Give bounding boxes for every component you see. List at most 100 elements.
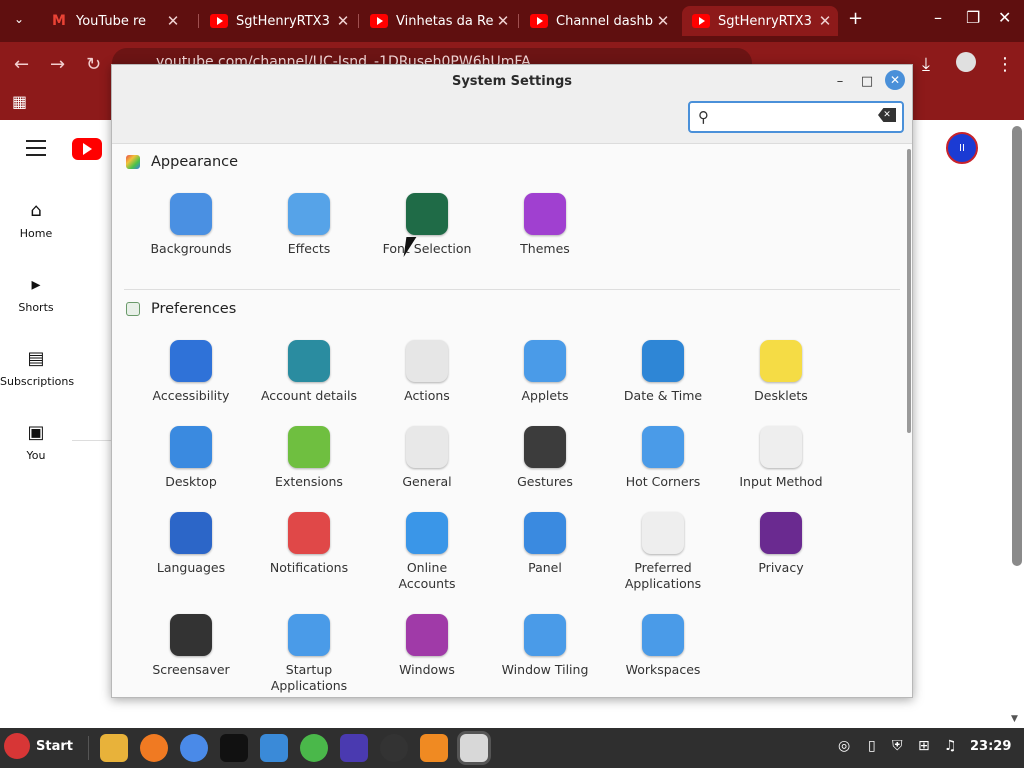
youtube-nav-shorts[interactable]: ▸ Shorts <box>0 274 72 314</box>
youtube-icon <box>210 14 228 28</box>
settings-item-date-time[interactable]: Date & Time <box>604 340 722 404</box>
start-button[interactable]: Start <box>4 733 73 759</box>
reload-icon[interactable]: ↻ <box>86 54 101 75</box>
settings-item-label: Desktop <box>165 474 217 489</box>
settings-item-font-selection[interactable]: Font Selection <box>368 193 486 257</box>
settings-item-workspaces[interactable]: Workspaces <box>604 614 722 678</box>
youtube-nav-subscriptions[interactable]: ▤ Subscriptions <box>0 348 74 388</box>
browser-tab-4[interactable]: Channel dashb ✕ <box>520 6 676 36</box>
settings-item-backgrounds[interactable]: Backgrounds <box>132 193 250 257</box>
settings-item-label: Window Tiling <box>501 662 589 677</box>
themes-icon <box>524 193 566 235</box>
video-player-icon[interactable] <box>420 734 448 762</box>
settings-item-label: Notifications <box>269 560 349 575</box>
settings-item-gestures[interactable]: Gestures <box>486 426 604 490</box>
settings-item-extensions[interactable]: Extensions <box>250 426 368 490</box>
network-app-icon[interactable] <box>300 734 328 762</box>
settings-item-desklets[interactable]: Desklets <box>722 340 840 404</box>
settings-item-effects[interactable]: Effects <box>250 193 368 257</box>
youtube-logo[interactable] <box>72 138 102 160</box>
youtube-menu-icon[interactable] <box>26 140 46 161</box>
settings-item-actions[interactable]: Actions <box>368 340 486 404</box>
settings-item-label: General <box>402 474 452 489</box>
network-tray-icon[interactable]: ⊞ <box>918 738 930 754</box>
close-icon[interactable]: ✕ <box>494 12 512 30</box>
section-divider <box>124 289 900 290</box>
settings-scrollbar[interactable] <box>907 149 911 433</box>
browser-tab-3[interactable]: Vinhetas da Re ✕ <box>360 6 516 36</box>
browser-tab-1[interactable]: M YouTube re ✕ <box>40 6 196 36</box>
settings-item-window-tiling[interactable]: Window Tiling <box>486 614 604 678</box>
browser-menu-icon[interactable]: ⋮ <box>996 54 1014 75</box>
settings-item-online-accounts[interactable]: Online Accounts <box>368 512 486 592</box>
settings-item-label: Themes <box>520 241 570 256</box>
restore-icon[interactable]: ❐ <box>966 8 980 27</box>
languages-icon <box>170 512 212 554</box>
settings-item-windows[interactable]: Windows <box>368 614 486 678</box>
settings-item-hot-corners[interactable]: Hot Corners <box>604 426 722 490</box>
system-settings-taskbar-icon[interactable] <box>460 734 488 762</box>
search-input[interactable] <box>718 107 872 129</box>
terminal-icon[interactable] <box>220 734 248 762</box>
panel-icon <box>524 512 566 554</box>
clear-search-icon[interactable]: ✕ <box>878 108 896 122</box>
settings-item-account-details[interactable]: Account details <box>250 340 368 404</box>
settings-item-general[interactable]: General <box>368 426 486 490</box>
settings-item-notifications[interactable]: Notifications <box>250 512 368 576</box>
scroll-down-icon[interactable]: ▼ <box>1011 714 1018 724</box>
settings-item-label: Preferred Applications <box>624 560 702 591</box>
obs-tray-icon[interactable]: ◎ <box>838 738 850 754</box>
start-menu-icon <box>4 733 30 759</box>
close-icon[interactable]: ✕ <box>998 8 1011 27</box>
settings-item-languages[interactable]: Languages <box>132 512 250 576</box>
clock[interactable]: 23:29 <box>970 739 1011 754</box>
forward-icon[interactable]: → <box>50 54 65 75</box>
close-icon[interactable]: ✕ <box>334 12 352 30</box>
taskbar: Start ◎ ▯ ⛨ ⊞ ♫ 23:29 <box>0 728 1024 768</box>
close-icon[interactable]: ✕ <box>164 12 182 30</box>
clipboard-tray-icon[interactable]: ▯ <box>868 738 876 754</box>
close-icon[interactable]: ✕ <box>885 70 905 90</box>
kdenlive-icon[interactable] <box>260 734 288 762</box>
maximize-icon[interactable]: □ <box>857 71 877 91</box>
apps-grid-icon[interactable]: ▦ <box>12 92 27 111</box>
sound-tray-icon[interactable]: ♫ <box>944 738 957 754</box>
search-field[interactable]: ⚲ ✕ <box>688 101 904 133</box>
settings-item-panel[interactable]: Panel <box>486 512 604 576</box>
backgrounds-icon <box>170 193 212 235</box>
settings-item-input-method[interactable]: Input Method <box>722 426 840 490</box>
settings-item-themes[interactable]: Themes <box>486 193 604 257</box>
profile-avatar[interactable] <box>956 52 976 72</box>
media-player-icon[interactable] <box>340 734 368 762</box>
new-tab-icon[interactable]: + <box>848 8 863 29</box>
obs-icon[interactable] <box>380 734 408 762</box>
preferred-applications-icon <box>642 512 684 554</box>
browser-tab-2[interactable]: SgtHenryRTX3 ✕ <box>200 6 356 36</box>
youtube-channel-avatar[interactable]: II <box>946 132 978 164</box>
settings-item-desktop[interactable]: Desktop <box>132 426 250 490</box>
back-icon[interactable]: ← <box>14 54 29 75</box>
settings-item-applets[interactable]: Applets <box>486 340 604 404</box>
nav-label: Home <box>19 227 53 240</box>
settings-item-privacy[interactable]: Privacy <box>722 512 840 576</box>
firefox-icon[interactable] <box>140 734 168 762</box>
settings-item-preferred-applications[interactable]: Preferred Applications <box>604 512 722 592</box>
close-icon[interactable]: ✕ <box>816 12 834 30</box>
youtube-nav-you[interactable]: ▣ You <box>0 422 72 462</box>
settings-item-screensaver[interactable]: Screensaver <box>132 614 250 678</box>
download-icon[interactable]: ⤓ <box>922 54 930 75</box>
chrome-icon[interactable] <box>180 734 208 762</box>
hot-corners-icon <box>642 426 684 468</box>
file-manager-icon[interactable] <box>100 734 128 762</box>
tab-search-button[interactable]: ⌄ <box>6 6 32 32</box>
settings-item-accessibility[interactable]: Accessibility <box>132 340 250 404</box>
close-icon[interactable]: ✕ <box>654 12 672 30</box>
youtube-nav-home[interactable]: ⌂ Home <box>0 200 72 240</box>
account-details-icon <box>288 340 330 382</box>
settings-item-startup-applications[interactable]: Startup Applications <box>250 614 368 694</box>
shield-tray-icon[interactable]: ⛨ <box>892 738 903 754</box>
page-scrollbar[interactable] <box>1012 126 1022 566</box>
minimize-icon[interactable]: – <box>934 8 942 27</box>
minimize-icon[interactable]: – <box>830 71 850 91</box>
browser-tab-5[interactable]: SgtHenryRTX3 ✕ <box>682 6 838 36</box>
